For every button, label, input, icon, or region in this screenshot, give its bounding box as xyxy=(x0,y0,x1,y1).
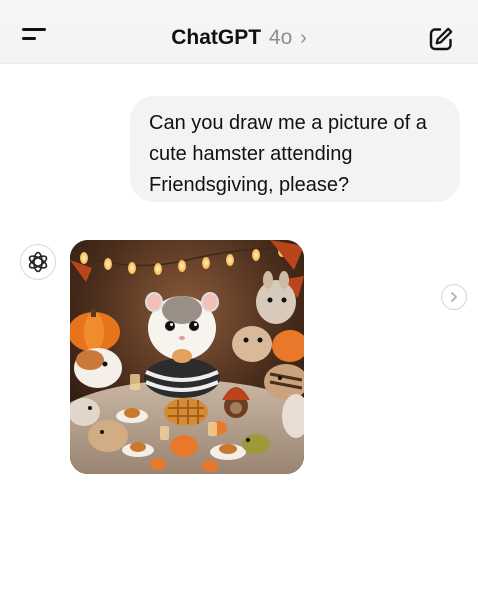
model-selector[interactable]: ChatGPT 4o › xyxy=(0,26,478,50)
compose-icon[interactable] xyxy=(428,26,454,52)
model-label: 4o xyxy=(268,26,293,49)
chevron-right-icon xyxy=(451,292,457,302)
next-image-button[interactable] xyxy=(441,284,467,310)
chat-screen: ChatGPT 4o › Can you draw me a picture o… xyxy=(0,0,478,594)
app-title: ChatGPT xyxy=(171,26,262,49)
user-message-line: cute hamster attending xyxy=(149,143,353,165)
user-message-bubble: Can you draw me a picture of a cute hams… xyxy=(130,96,460,202)
chevron-right-icon: › xyxy=(300,27,307,49)
generated-image[interactable] xyxy=(70,240,304,474)
user-message-line: Friendsgiving, please? xyxy=(149,174,350,196)
user-message-line: Can you draw me a picture of a xyxy=(149,112,427,134)
openai-logo-icon xyxy=(20,244,56,280)
top-bar: ChatGPT 4o › xyxy=(0,0,478,64)
